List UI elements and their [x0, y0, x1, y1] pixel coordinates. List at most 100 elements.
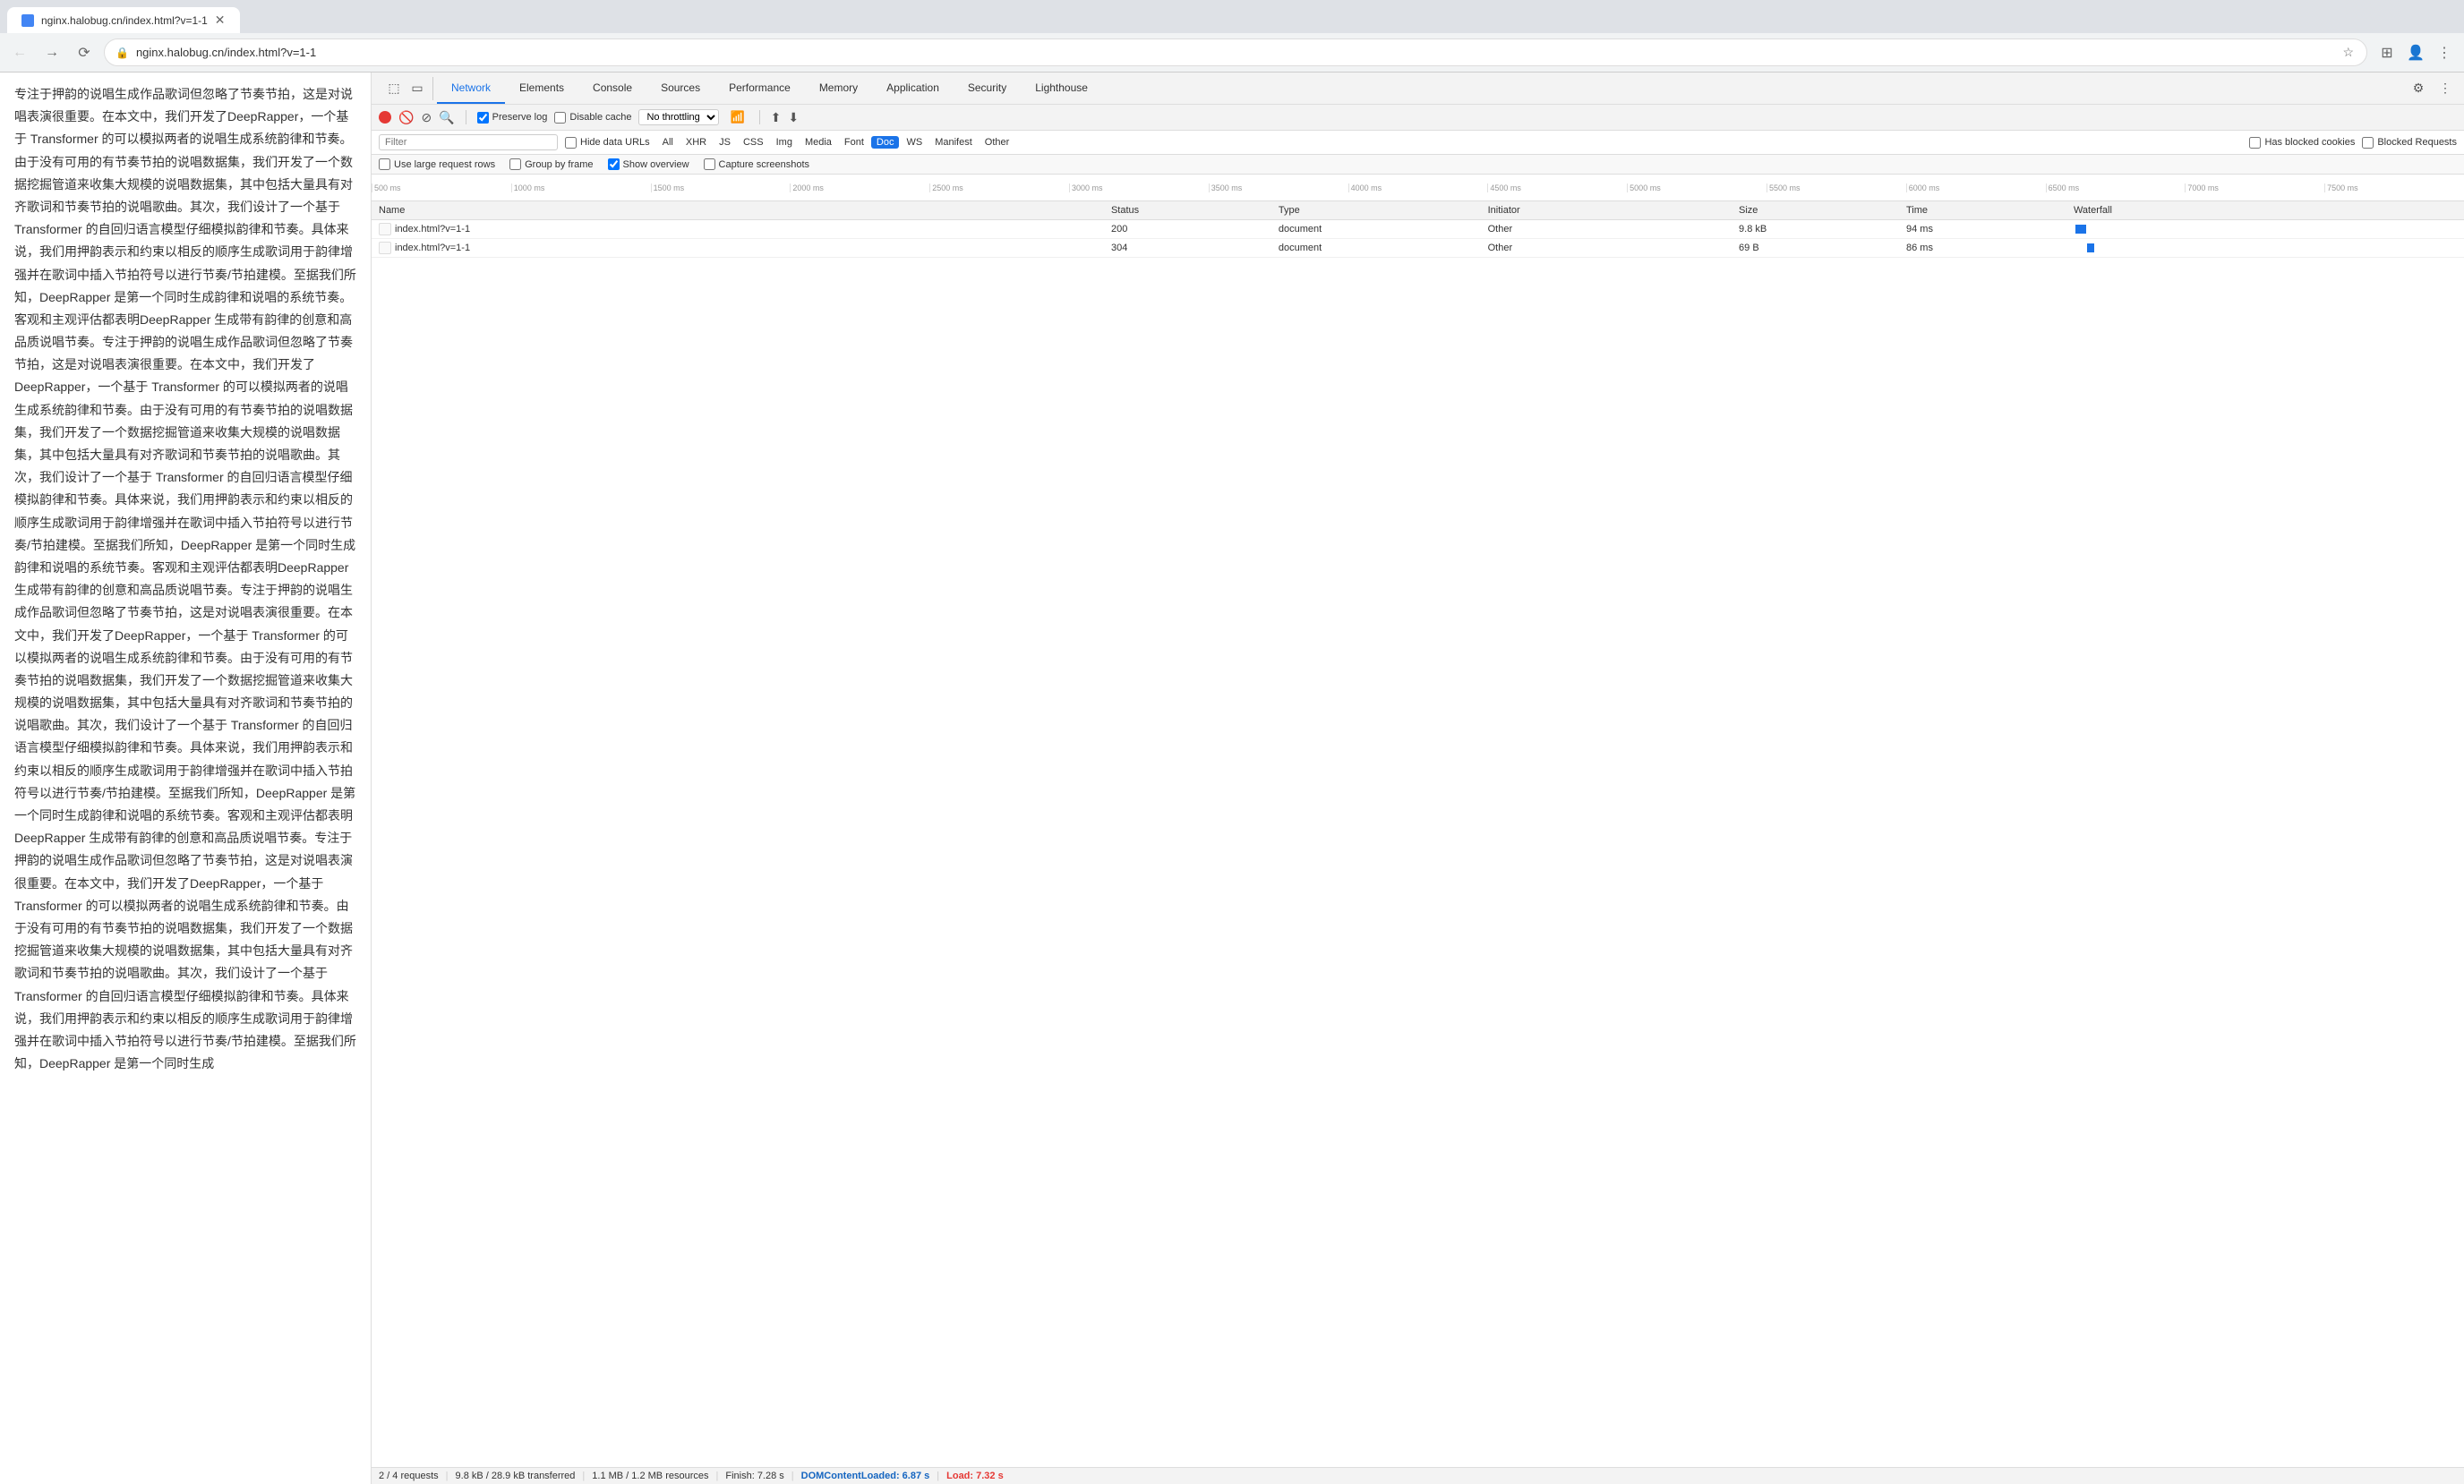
tab-sources[interactable]: Sources: [646, 72, 714, 104]
cell-waterfall: [2066, 239, 2464, 258]
tab-security[interactable]: Security: [954, 72, 1021, 104]
clear-button[interactable]: 🚫: [398, 110, 414, 125]
filter-button[interactable]: ⊘: [421, 110, 432, 125]
lock-icon: 🔒: [116, 47, 129, 59]
has-blocked-cookies-checkbox[interactable]: [2249, 137, 2261, 149]
col-name[interactable]: Name: [372, 201, 1104, 220]
tab-memory[interactable]: Memory: [805, 72, 872, 104]
use-large-rows-label[interactable]: Use large request rows: [379, 158, 495, 170]
blocked-requests-label[interactable]: Blocked Requests: [2362, 137, 2457, 149]
col-type[interactable]: Type: [1271, 201, 1481, 220]
devtools-settings-button[interactable]: ⚙: [2407, 77, 2430, 100]
forward-button[interactable]: →: [39, 40, 64, 65]
timeline-tick: 1000 ms: [511, 183, 651, 192]
filter-img[interactable]: Img: [771, 136, 798, 149]
upload-button[interactable]: ⬆: [771, 110, 782, 125]
preserve-log-checkbox[interactable]: [477, 112, 489, 124]
cell-name: index.html?v=1-1: [372, 220, 1104, 239]
cell-status: 304: [1104, 239, 1271, 258]
capture-screenshots-label[interactable]: Capture screenshots: [704, 158, 810, 170]
filter-doc[interactable]: Doc: [871, 136, 900, 149]
bookmark-button[interactable]: ☆: [2340, 43, 2356, 62]
tab-lighthouse[interactable]: Lighthouse: [1021, 72, 1102, 104]
table-row[interactable]: index.html?v=1-1 200 document Other 9.8 …: [372, 220, 2464, 239]
cell-status: 200: [1104, 220, 1271, 239]
filter-options: Has blocked cookies Blocked Requests: [2249, 137, 2457, 149]
filter-other[interactable]: Other: [980, 136, 1015, 149]
disable-cache-checkbox[interactable]: [554, 112, 566, 124]
devtools-toolbar-right: ⚙ ⋮: [2407, 77, 2457, 100]
show-overview-checkbox[interactable]: [608, 158, 620, 170]
col-time[interactable]: Time: [1899, 201, 2066, 220]
use-large-rows-checkbox[interactable]: [379, 158, 390, 170]
record-button[interactable]: [379, 111, 391, 124]
filter-all[interactable]: All: [657, 136, 679, 149]
address-text: nginx.halobug.cn/index.html?v=1-1: [136, 46, 2333, 59]
timeline-tick: 5500 ms: [1767, 183, 1906, 192]
cell-size: 9.8 kB: [1732, 220, 1899, 239]
network-toolbar: 🚫 ⊘ 🔍 Preserve log Disable cache No thro…: [372, 105, 2464, 131]
tab-close-button[interactable]: ✕: [215, 13, 226, 28]
filter-manifest[interactable]: Manifest: [929, 136, 978, 149]
cell-type: document: [1271, 239, 1481, 258]
row-icon: [379, 223, 391, 235]
filter-font[interactable]: Font: [839, 136, 869, 149]
blocked-requests-checkbox[interactable]: [2362, 137, 2374, 149]
capture-screenshots-checkbox[interactable]: [704, 158, 715, 170]
filter-media[interactable]: Media: [800, 136, 837, 149]
cell-name: index.html?v=1-1: [372, 239, 1104, 258]
cell-size: 69 B: [1732, 239, 1899, 258]
back-button[interactable]: ←: [7, 40, 32, 65]
browser-tab[interactable]: nginx.halobug.cn/index.html?v=1-1 ✕: [7, 7, 240, 33]
group-by-frame-label[interactable]: Group by frame: [509, 158, 593, 170]
requests-count: 2 / 4 requests: [379, 1471, 439, 1481]
nav-bar: ← → ⟳ 🔒 nginx.halobug.cn/index.html?v=1-…: [0, 33, 2464, 72]
cell-waterfall: [2066, 220, 2464, 239]
tab-network[interactable]: Network: [437, 72, 505, 104]
timeline-tick: 7500 ms: [2324, 183, 2464, 192]
devtools-more-button[interactable]: ⋮: [2434, 77, 2457, 100]
show-overview-label[interactable]: Show overview: [608, 158, 689, 170]
tab-application[interactable]: Application: [872, 72, 954, 104]
col-waterfall[interactable]: Waterfall: [2066, 201, 2464, 220]
load-time: Load: 7.32 s: [946, 1471, 1004, 1481]
filter-ws[interactable]: WS: [901, 136, 928, 149]
col-initiator[interactable]: Initiator: [1481, 201, 1732, 220]
more-button[interactable]: ⋮: [2432, 40, 2457, 65]
download-button[interactable]: ⬇: [788, 110, 799, 125]
filter-types: All XHR JS CSS Img Media Font Doc WS Man…: [657, 136, 1015, 149]
tab-elements[interactable]: Elements: [505, 72, 578, 104]
page-content: 专注于押韵的说唱生成作品歌词但忽略了节奏节拍，这是对说唱表演很重要。在本文中，我…: [0, 72, 372, 1484]
col-status[interactable]: Status: [1104, 201, 1271, 220]
reload-button[interactable]: ⟳: [72, 40, 97, 65]
filter-xhr[interactable]: XHR: [680, 136, 712, 149]
disable-cache-label[interactable]: Disable cache: [554, 112, 631, 124]
import-har-button[interactable]: 📶: [726, 108, 748, 126]
main-layout: 专注于押韵的说唱生成作品歌词但忽略了节奏节拍，这是对说唱表演很重要。在本文中，我…: [0, 72, 2464, 1484]
filter-js[interactable]: JS: [714, 136, 736, 149]
address-bar[interactable]: 🔒 nginx.halobug.cn/index.html?v=1-1 ☆: [104, 38, 2367, 66]
group-by-frame-checkbox[interactable]: [509, 158, 521, 170]
timeline-tick: 5000 ms: [1627, 183, 1767, 192]
profile-button[interactable]: 👤: [2403, 40, 2428, 65]
table-row[interactable]: index.html?v=1-1 304 document Other 69 B…: [372, 239, 2464, 258]
hide-data-urls-checkbox[interactable]: [565, 137, 577, 149]
throttling-select[interactable]: No throttling: [638, 109, 719, 125]
hide-data-urls-label[interactable]: Hide data URLs: [565, 137, 650, 149]
preserve-log-label[interactable]: Preserve log: [477, 112, 548, 124]
inspect-button[interactable]: ⬚: [382, 77, 406, 100]
tab-console[interactable]: Console: [578, 72, 646, 104]
search-button[interactable]: 🔍: [439, 110, 454, 125]
address-icons: ☆: [2340, 43, 2356, 62]
extensions-button[interactable]: ⊞: [2374, 40, 2400, 65]
timeline-tick: 1500 ms: [651, 183, 791, 192]
filter-css[interactable]: CSS: [738, 136, 769, 149]
row-icon: [379, 242, 391, 254]
page-text: 专注于押韵的说唱生成作品歌词但忽略了节奏节拍，这是对说唱表演很重要。在本文中，我…: [14, 83, 356, 1075]
has-blocked-cookies-label[interactable]: Has blocked cookies: [2249, 137, 2355, 149]
filter-bar: Hide data URLs All XHR JS CSS Img Media …: [372, 131, 2464, 155]
col-size[interactable]: Size: [1732, 201, 1899, 220]
filter-input[interactable]: [379, 134, 558, 150]
device-toolbar-button[interactable]: ▭: [406, 77, 429, 100]
tab-performance[interactable]: Performance: [714, 72, 805, 104]
